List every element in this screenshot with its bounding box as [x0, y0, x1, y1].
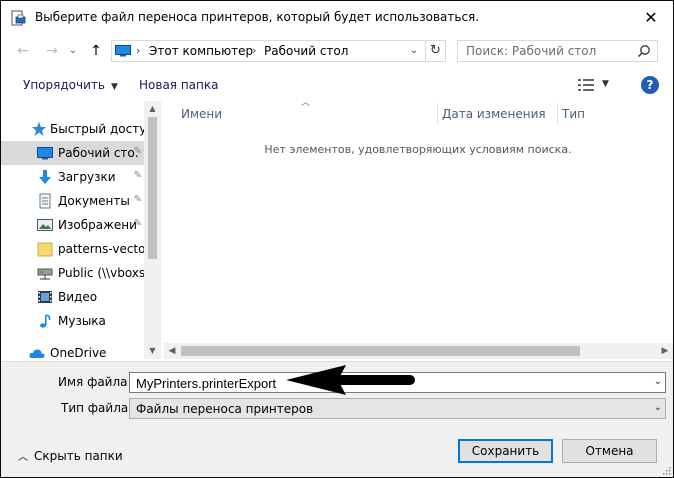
- sidebar-item-documents[interactable]: Документы ✎: [1, 189, 144, 213]
- address-dropdown-button[interactable]: ⌄: [405, 41, 423, 61]
- new-folder-button[interactable]: Новая папка: [139, 78, 218, 92]
- folder-icon: [37, 242, 53, 257]
- sidebar-item-label: Рабочий сто.: [58, 146, 139, 160]
- sidebar-item-onedrive[interactable]: OneDrive: [1, 341, 144, 359]
- column-header-name[interactable]: Имени: [181, 107, 222, 121]
- sidebar-item-patterns-folder[interactable]: patterns-vector-: [1, 237, 144, 261]
- title-bar: Выберите файл переноса принтеров, которы…: [1, 1, 673, 33]
- help-button[interactable]: ?: [641, 76, 659, 94]
- sidebar-item-desktop[interactable]: Рабочий сто. ✎: [1, 141, 144, 165]
- pin-icon: ✎: [133, 194, 142, 205]
- column-header-type[interactable]: Тип: [562, 107, 585, 121]
- breadcrumb-desktop[interactable]: Рабочий стол: [264, 44, 348, 58]
- sidebar-item-label: OneDrive: [50, 346, 107, 359]
- sidebar-item-label: patterns-vector-: [58, 242, 144, 256]
- filetype-value: Файлы переноса принтеров: [136, 402, 314, 416]
- sort-ascending-icon: ︿: [301, 98, 311, 108]
- pictures-icon: [37, 219, 53, 231]
- computer-icon: [115, 45, 131, 57]
- sidebar-item-label: Музыка: [58, 314, 106, 328]
- scroll-down-arrow-icon[interactable]: ▼: [144, 343, 161, 359]
- search-icon: [637, 45, 650, 58]
- pin-icon: ✎: [133, 170, 142, 181]
- desktop-icon: [37, 147, 53, 160]
- search-placeholder: Поиск: Рабочий стол: [466, 44, 597, 58]
- sidebar-item-label: Документы: [58, 194, 130, 208]
- sidebar-item-label: Изображени: [58, 218, 137, 232]
- filename-value: MyPrinters.printerExport: [136, 376, 277, 391]
- hide-folders-toggle[interactable]: ︿ Скрыть папки: [18, 448, 123, 463]
- annotation-arrow-icon: [286, 365, 415, 395]
- network-drive-icon: [37, 268, 53, 280]
- scroll-up-arrow-icon[interactable]: ▲: [144, 101, 161, 117]
- breadcrumb-this-pc[interactable]: Этот компьютер: [149, 44, 253, 58]
- document-icon: [39, 193, 51, 209]
- forward-button[interactable]: →: [43, 43, 61, 59]
- sidebar-item-quick-access[interactable]: Быстрый доступ: [1, 117, 144, 141]
- navigation-pane-scrollbar[interactable]: ▲ ▼: [144, 101, 161, 359]
- save-button[interactable]: Сохранить: [458, 439, 553, 463]
- empty-folder-message: Нет элементов, удовлетворяющих условиям …: [264, 143, 572, 156]
- view-options-icon[interactable]: [578, 78, 594, 92]
- scrollbar-thumb[interactable]: [181, 346, 580, 356]
- sidebar-item-public-share[interactable]: Public (\\vboxsrv: [1, 261, 144, 285]
- printer-file-icon: [11, 10, 26, 26]
- cloud-icon: [29, 349, 45, 358]
- hide-folders-label: Скрыть папки: [34, 449, 123, 463]
- music-icon: [40, 314, 51, 328]
- sidebar-item-downloads[interactable]: Загрузки ✎: [1, 165, 144, 189]
- cancel-button[interactable]: Отмена: [562, 439, 657, 463]
- refresh-button[interactable]: ↻: [425, 41, 445, 61]
- breadcrumb-separator: ›: [252, 44, 257, 57]
- column-divider[interactable]: [437, 103, 438, 125]
- scroll-right-arrow-icon[interactable]: ▶: [657, 343, 673, 359]
- chevron-down-icon[interactable]: ⌄: [654, 402, 662, 413]
- caret-down-icon: ▼: [110, 82, 118, 92]
- filetype-label: Тип файла:: [61, 401, 133, 415]
- dialog-frame: Выберите файл переноса принтеров, которы…: [0, 0, 674, 478]
- search-box[interactable]: Поиск: Рабочий стол: [457, 40, 658, 62]
- file-list-horizontal-scrollbar[interactable]: ◀ ▶: [164, 343, 673, 359]
- video-icon: [38, 291, 52, 303]
- sidebar-item-music[interactable]: Музыка: [1, 309, 144, 333]
- window-title: Выберите файл переноса принтеров, которы…: [35, 10, 480, 24]
- filename-label: Имя файла:: [58, 375, 132, 389]
- recent-locations-button[interactable]: ⌄: [64, 43, 82, 59]
- column-divider[interactable]: [557, 103, 558, 125]
- up-button[interactable]: ↑: [87, 43, 105, 59]
- close-button[interactable]: ✕: [629, 1, 673, 33]
- organize-button[interactable]: Упорядочить ▼: [23, 78, 118, 92]
- sidebar-item-label: Public (\\vboxsrv: [58, 266, 144, 280]
- sidebar-item-label: Видео: [58, 290, 98, 304]
- scroll-left-arrow-icon[interactable]: ◀: [164, 343, 180, 359]
- pin-icon: ✎: [133, 146, 142, 157]
- resize-grip-icon[interactable]: [661, 465, 671, 475]
- view-dropdown-icon[interactable]: ▼: [602, 79, 609, 89]
- download-icon: [39, 170, 51, 184]
- scrollbar-thumb[interactable]: [148, 117, 157, 259]
- navigation-pane[interactable]: Быстрый доступ Рабочий сто. ✎ Загрузки ✎…: [1, 101, 161, 359]
- column-header-date-modified[interactable]: Дата изменения: [442, 107, 546, 121]
- sidebar-item-label: Быстрый доступ: [50, 122, 144, 136]
- address-bar[interactable]: › Этот компьютер › Рабочий стол ⌄ ↻: [111, 40, 446, 62]
- sidebar-item-pictures[interactable]: Изображени ✎: [1, 213, 144, 237]
- back-button[interactable]: ←: [14, 43, 32, 59]
- sidebar-item-videos[interactable]: Видео: [1, 285, 144, 309]
- filetype-select[interactable]: Файлы переноса принтеров ⌄: [129, 398, 666, 419]
- caret-up-icon: ︿: [18, 452, 28, 463]
- pin-icon: ✎: [133, 218, 142, 229]
- sidebar-item-label: Загрузки: [58, 170, 116, 184]
- breadcrumb-separator: ›: [136, 44, 141, 57]
- save-dialog: Выберите файл переноса принтеров, которы…: [1, 1, 673, 477]
- star-icon: [32, 122, 46, 136]
- chevron-down-icon[interactable]: ⌄: [654, 376, 662, 387]
- organize-label: Упорядочить: [23, 78, 105, 92]
